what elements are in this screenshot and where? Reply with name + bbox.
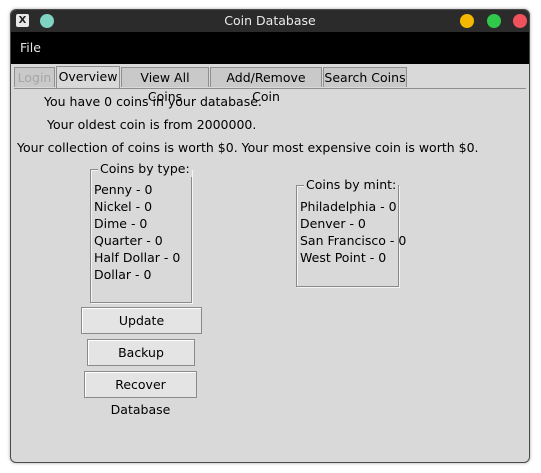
menu-bar: File [11, 32, 529, 64]
maximize-button[interactable] [487, 14, 501, 28]
coins-by-mint-title: Coins by mint: [304, 177, 399, 193]
type-dollar: Dollar - 0 [94, 267, 152, 282]
close-button[interactable] [513, 14, 527, 28]
backup-database-button[interactable]: Backup Database [87, 339, 195, 385]
mint-denver: Denver - 0 [300, 216, 366, 231]
update-information-button[interactable]: Update Information [81, 307, 202, 353]
mint-west-point: West Point - 0 [300, 250, 387, 265]
coins-by-type-group: Coins by type: Penny - 0 Nickel - 0 Dime… [90, 161, 192, 303]
type-penny: Penny - 0 [94, 182, 153, 197]
type-quarter: Quarter - 0 [94, 233, 163, 248]
coins-by-type-title: Coins by type: [98, 161, 192, 177]
minimize-button[interactable] [460, 14, 474, 28]
tab-add-remove-coin[interactable]: Add/Remove Coin [210, 67, 322, 104]
app-window: X Coin Database File Login Overview View… [10, 9, 530, 463]
tab-overview[interactable]: Overview [56, 66, 120, 89]
type-dime: Dime - 0 [94, 216, 148, 231]
tab-divider [14, 88, 526, 89]
recover-database-button[interactable]: Recover Database [84, 371, 197, 417]
oldest-coin-text: Your oldest coin is from 2000000. [47, 117, 257, 132]
mint-philadelphia: Philadelphia - 0 [300, 199, 397, 214]
window-title: Coin Database [224, 13, 316, 28]
type-half-dollar: Half Dollar - 0 [94, 250, 181, 265]
collection-worth-text: Your collection of coins is worth $0. Yo… [17, 140, 479, 155]
tab-login: Login [14, 67, 55, 87]
coins-by-mint-group: Coins by mint: Philadelphia - 0 Denver -… [296, 177, 406, 287]
title-bar[interactable]: X Coin Database [11, 10, 529, 32]
menu-file[interactable]: File [20, 40, 41, 55]
tab-search-coins[interactable]: Search Coins [323, 67, 407, 87]
coin-count-text: You have 0 coins in your database. [44, 94, 262, 109]
type-nickel: Nickel - 0 [94, 199, 153, 214]
mint-san-francisco: San Francisco - 0 [300, 233, 407, 248]
tab-view-all-coins[interactable]: View All Coins [121, 67, 209, 104]
